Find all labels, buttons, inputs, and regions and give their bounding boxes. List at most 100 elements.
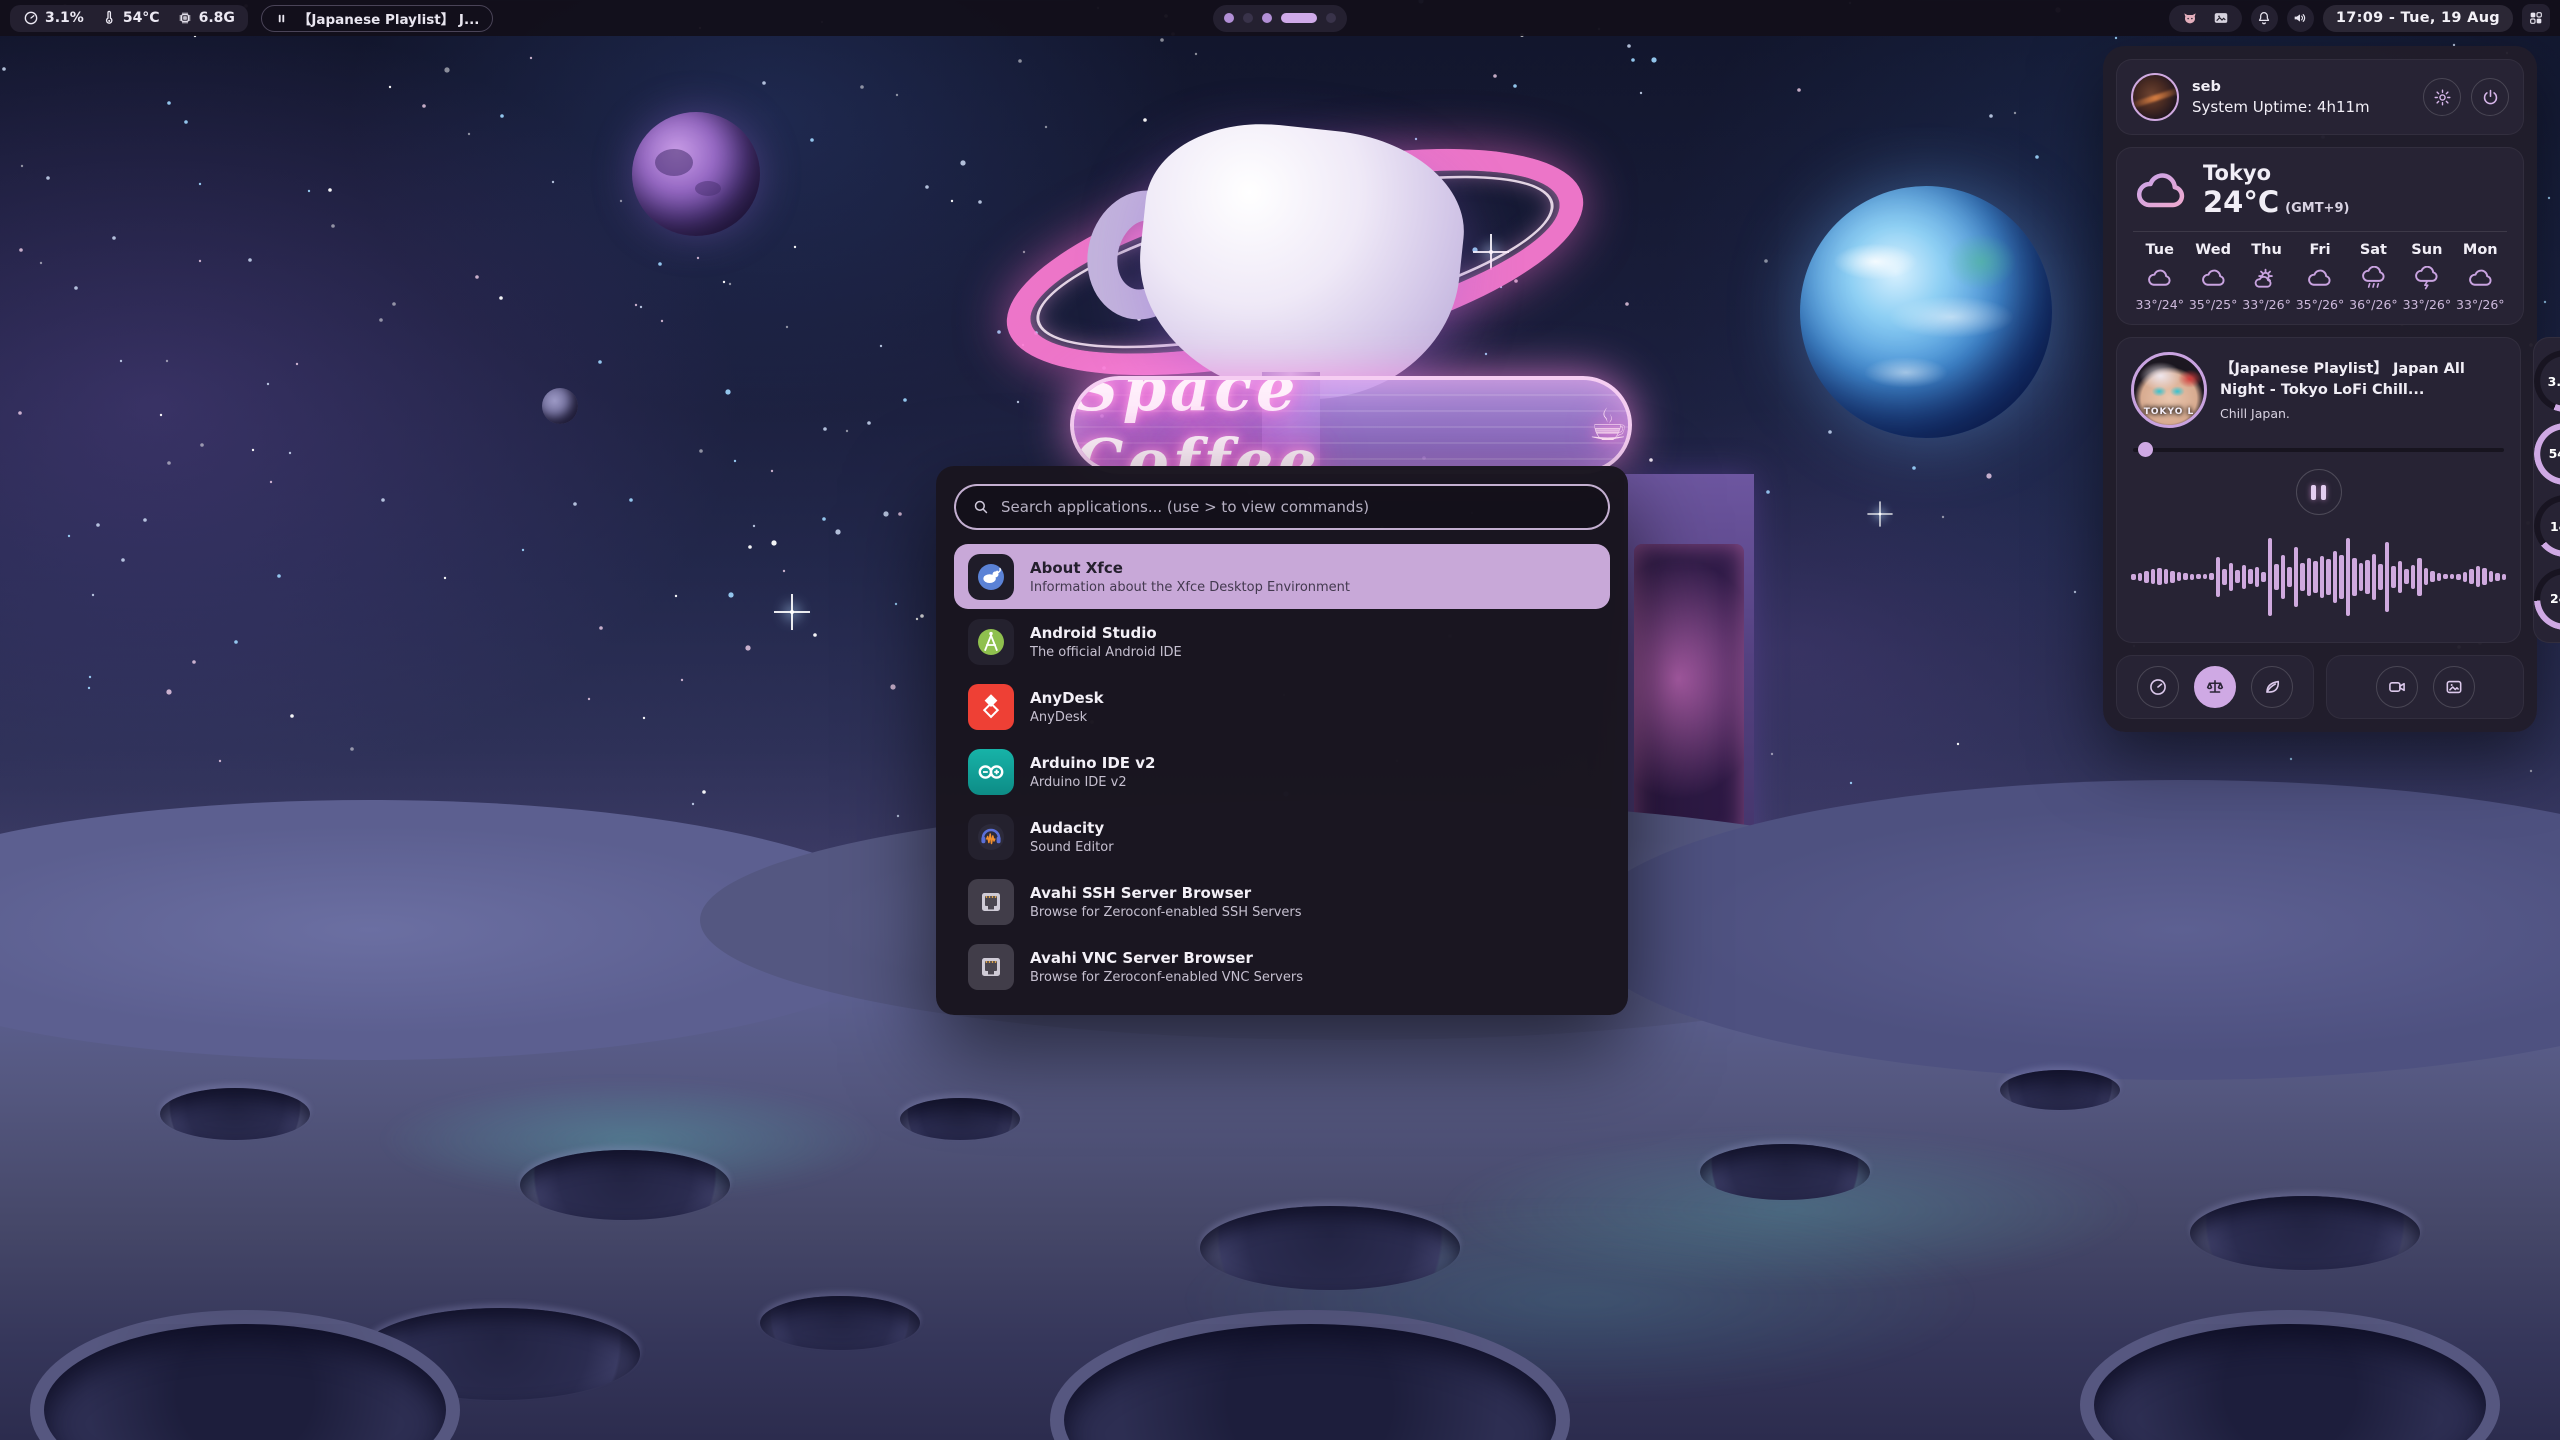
visualizer-bar (2313, 561, 2318, 593)
overview-button[interactable] (2522, 4, 2550, 32)
screen-record-icon (2387, 677, 2407, 697)
app-title: Avahi SSH Server Browser (1030, 884, 1302, 902)
cloud-icon (2467, 266, 2494, 290)
visualizer-bar (2229, 563, 2234, 591)
crater (520, 1150, 730, 1220)
app-row-anydesk[interactable]: AnyDesk AnyDesk (954, 674, 1610, 739)
app-subtitle: Sound Editor (1030, 840, 1114, 855)
visualizer-bar (2209, 573, 2214, 580)
visualizer-bar (2307, 558, 2312, 596)
visualizer-bar (2359, 563, 2364, 591)
pause-icon (2311, 485, 2316, 500)
workspace-dot-empty[interactable] (1243, 13, 1253, 23)
bell-icon (2256, 10, 2272, 26)
album-art-label: TOKYO L (2134, 407, 2204, 417)
music-progress-slider[interactable] (2133, 442, 2504, 457)
visualizer-bar (2346, 538, 2351, 616)
music-player-card: TOKYO L 【Japanese Playlist】 Japan All Ni… (2116, 337, 2521, 643)
music-progress-knob[interactable] (2138, 442, 2153, 457)
weather-city: Tokyo (2203, 162, 2349, 185)
visualizer-bar (2268, 538, 2273, 616)
visualizer-bar (2437, 573, 2442, 581)
workspace-dot-occupied[interactable] (1262, 13, 1272, 23)
app-row-about-xfce[interactable]: About Xfce Information about the Xfce De… (954, 544, 1610, 609)
neon-sign: Space Coffee ☕ (1070, 376, 1632, 474)
app-row-android-studio[interactable]: Android Studio The official Android IDE (954, 609, 1610, 674)
visualizer-bar (2164, 569, 2169, 584)
power-icon (2481, 88, 2500, 107)
notifications-button[interactable] (2251, 5, 2278, 32)
screenshot-button[interactable] (2433, 666, 2475, 708)
workspace-indicator[interactable] (1213, 5, 1347, 32)
android-studio-icon (968, 619, 1014, 665)
crater (160, 1088, 310, 1140)
settings-button[interactable] (2423, 78, 2461, 116)
avatar[interactable] (2131, 73, 2179, 121)
search-icon (972, 498, 990, 516)
cloud-icon (2306, 266, 2333, 290)
visualizer-bar (2352, 558, 2357, 596)
workspace-dot-empty[interactable] (1326, 13, 1336, 23)
visualizer-bar (2300, 563, 2305, 591)
forecast-day: Fri 35°/26° (2293, 242, 2346, 312)
speedometer-icon (2148, 677, 2168, 697)
temperature-value: 54°C (123, 10, 160, 26)
visualizer-bar (2404, 569, 2409, 584)
now-playing-pill[interactable]: 【Japanese Playlist】 J... (261, 5, 493, 32)
memory-stat: 6.8G (177, 10, 235, 26)
visualizer-bar (2495, 573, 2500, 581)
visualizer-bar (2222, 569, 2227, 585)
weather-cloud-icon (2133, 169, 2189, 213)
chip-icon (177, 10, 193, 26)
visualizer-bar (2235, 570, 2240, 583)
visualizer-bar (2170, 571, 2175, 583)
gear-icon (2433, 88, 2452, 107)
screen-record-button[interactable] (2376, 666, 2418, 708)
app-row-arduino[interactable]: Arduino IDE v2 Arduino IDE v2 (954, 739, 1610, 804)
user-card: seb System Uptime: 4h11m (2116, 59, 2524, 135)
visualizer-bar (2287, 567, 2292, 587)
profile-balanced-button[interactable] (2194, 666, 2236, 708)
system-tray (2169, 5, 2242, 32)
power-profiles-card (2116, 655, 2314, 719)
app-row-avahi-ssh[interactable]: Avahi SSH Server Browser Browse for Zero… (954, 869, 1610, 934)
visualizer-bar (2502, 574, 2507, 580)
profile-powersave-button[interactable] (2251, 666, 2293, 708)
play-pause-button[interactable] (2296, 469, 2342, 515)
volume-button[interactable] (2287, 5, 2314, 32)
app-launcher: About Xfce Information about the Xfce De… (936, 466, 1628, 1015)
crater (1700, 1144, 1870, 1200)
pause-icon (275, 12, 288, 25)
visualizer-bar (2281, 555, 2286, 599)
memory-value: 6.8G (199, 10, 235, 26)
visualizer-bar (2131, 574, 2136, 580)
workspace-dot-occupied[interactable] (1224, 13, 1234, 23)
visualizer-bar (2430, 571, 2435, 582)
picture-tray-icon[interactable] (2213, 10, 2229, 26)
crater (900, 1098, 1020, 1140)
visualizer-bar (2417, 558, 2422, 596)
app-title: Android Studio (1030, 624, 1182, 642)
neon-sign-text: Space Coffee (1074, 376, 1571, 474)
star-sparkle (1879, 513, 1882, 516)
cloud-icon (2200, 266, 2227, 290)
app-title: About Xfce (1030, 559, 1350, 577)
star-sparkle (790, 610, 794, 614)
profile-performance-button[interactable] (2137, 666, 2179, 708)
visualizer-bar (2203, 574, 2208, 579)
anydesk-icon (968, 684, 1014, 730)
system-stats-group: 3.1% 54°C 6.8G (10, 5, 248, 32)
app-row-avahi-vnc[interactable]: Avahi VNC Server Browser Browse for Zero… (954, 934, 1610, 999)
visualizer-bar (2372, 554, 2377, 600)
search-input[interactable] (1001, 498, 1592, 516)
power-button[interactable] (2471, 78, 2509, 116)
workspace-dot-active[interactable] (1281, 13, 1317, 23)
clock[interactable]: 17:09 - Tue, 19 Aug (2323, 5, 2513, 32)
launcher-search[interactable] (954, 484, 1610, 530)
network-port-icon (968, 944, 1014, 990)
album-art[interactable]: TOKYO L (2131, 352, 2207, 428)
app-row-audacity[interactable]: Audacity Sound Editor (954, 804, 1610, 869)
control-panel: seb System Uptime: 4h11m Tokyo 24°C(GMT+… (2103, 46, 2537, 732)
track-title: 【Japanese Playlist】 Japan All Night - To… (2220, 359, 2506, 400)
pet-cat-icon[interactable] (2182, 10, 2198, 26)
